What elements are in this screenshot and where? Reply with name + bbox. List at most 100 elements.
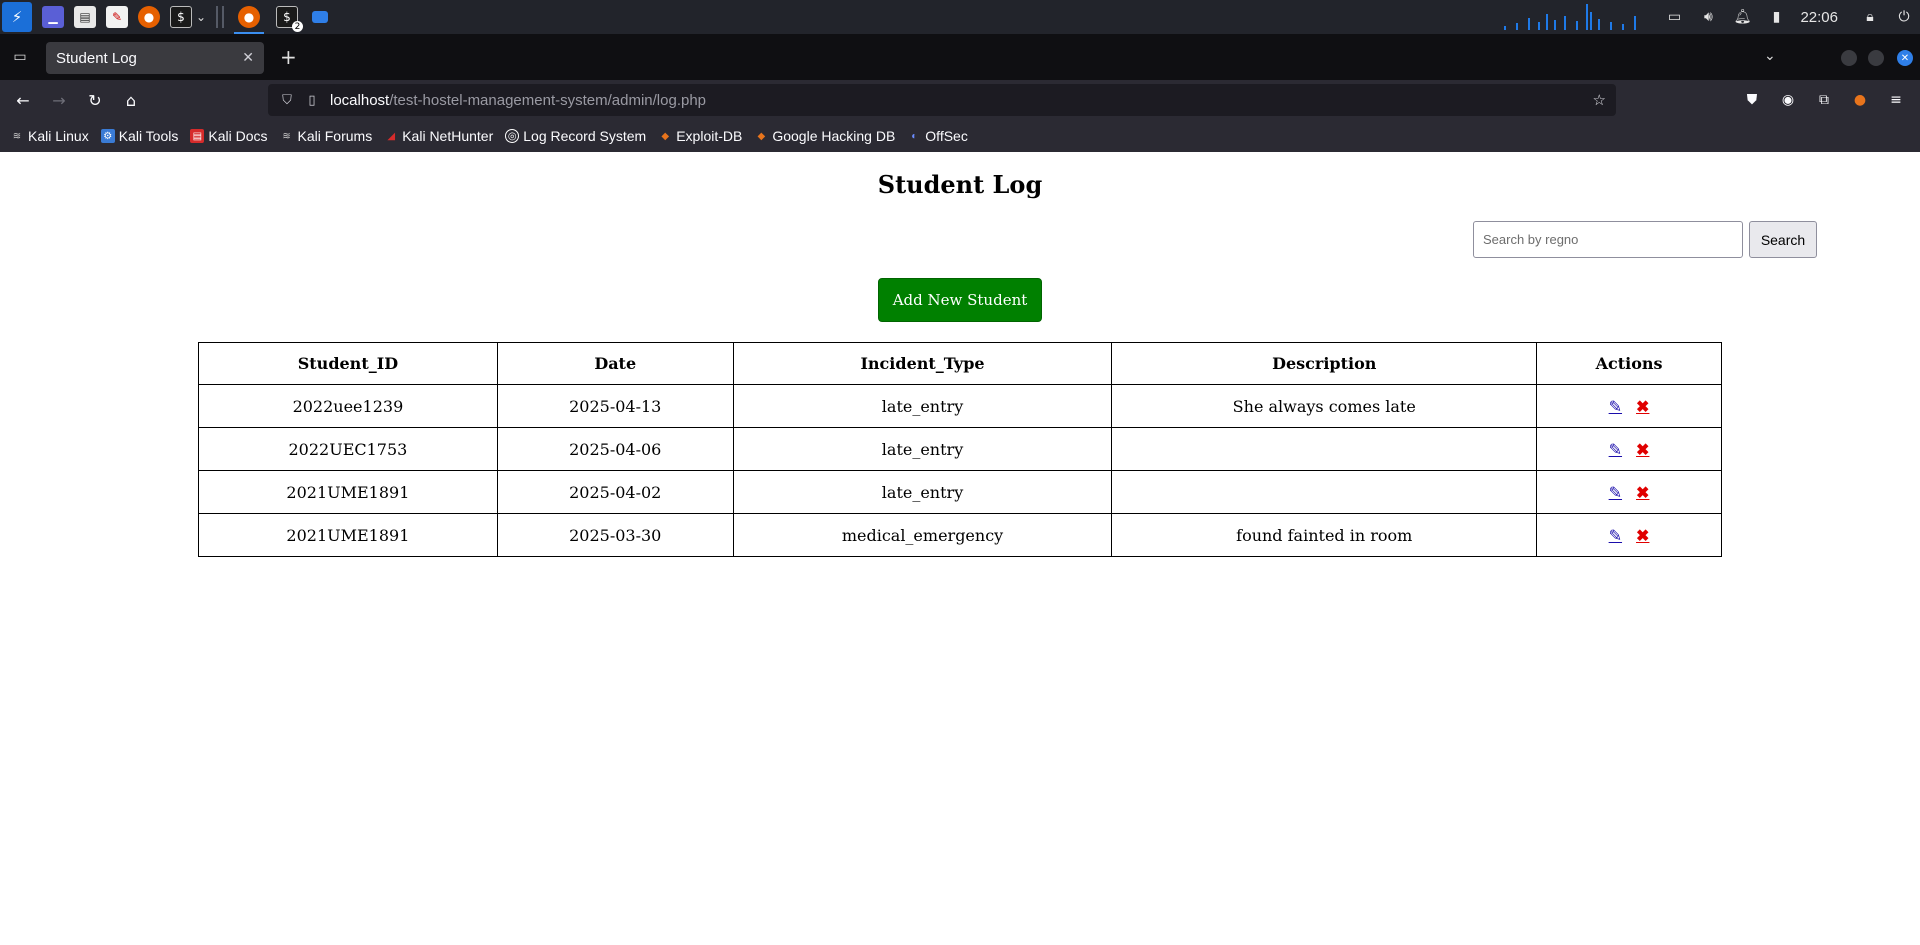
bookmark-offsec[interactable]: ◐ OffSec: [907, 128, 968, 144]
text-editor-icon[interactable]: ✎: [106, 6, 128, 28]
url-bar[interactable]: ⛉ ▯ localhost/test-hostel-management-sys…: [268, 84, 1616, 116]
bookmark-kali-forums[interactable]: ≋ Kali Forums: [280, 128, 373, 144]
bookmark-star-icon[interactable]: ☆: [1593, 91, 1606, 109]
cell-actions: ✎ ✖: [1536, 513, 1722, 557]
firefox-window-icon[interactable]: ●: [234, 6, 264, 34]
bookmark-kali-tools[interactable]: ⚙ Kali Tools: [100, 128, 179, 144]
terminal-launcher-icon[interactable]: $: [170, 6, 192, 28]
table-row: 2022uee1239 2025-04-13 late_entry She al…: [198, 384, 1722, 428]
bookmark-label: Kali Forums: [297, 128, 373, 144]
kali-menu-icon[interactable]: ⚡: [2, 2, 32, 32]
bookmarks-toolbar: ≋ Kali Linux ⚙ Kali Tools ▤ Kali Docs ≋ Kali…: [0, 120, 1920, 152]
account-icon[interactable]: ◉: [1778, 90, 1798, 110]
cell-description: [1111, 427, 1538, 471]
cell-incident-type: late_entry: [732, 384, 1113, 428]
power-icon[interactable]: ⏻: [1894, 7, 1914, 27]
firefox-view-icon[interactable]: ▭: [10, 47, 30, 67]
search-button[interactable]: Search: [1749, 221, 1817, 258]
add-new-student-button[interactable]: Add New Student: [878, 278, 1042, 322]
notification-bell-icon[interactable]: 🔔︎: [1732, 7, 1752, 27]
cell-student-id: 2022UEC1753: [198, 427, 498, 471]
system-taskbar: ⚡ ▁ ▤ ✎ ● $ ⌄ ● $2 ▭ 🔊︎ 🔔︎ ▮ 22:06 🔒︎ ⏻: [0, 0, 1920, 34]
cell-student-id: 2022uee1239: [198, 384, 498, 428]
bookmark-google-hacking-db[interactable]: ◆ Google Hacking DB: [754, 128, 895, 144]
terminal-window-icon[interactable]: $2: [276, 6, 303, 32]
bookmark-label: Google Hacking DB: [772, 128, 896, 144]
reload-icon[interactable]: ↻: [85, 90, 105, 110]
new-tab-plus-icon[interactable]: +: [280, 46, 297, 68]
cell-date: 2025-03-30: [496, 513, 734, 557]
kali-tools-icon: ⚙: [100, 129, 115, 143]
table-header-row: Student_ID Date Incident_Type Descriptio…: [198, 342, 1722, 385]
edit-pencil-icon[interactable]: ✎: [1609, 397, 1622, 416]
tab-title: Student Log: [56, 49, 137, 67]
cpu-graph: [1494, 4, 1644, 30]
list-tabs-chevron-icon[interactable]: ⌄: [1764, 48, 1776, 64]
folder-window-icon[interactable]: [312, 11, 328, 23]
desktop-icon[interactable]: ▁: [42, 6, 64, 28]
edit-pencil-icon[interactable]: ✎: [1609, 526, 1622, 545]
minimize-window-button[interactable]: [1841, 50, 1857, 66]
tracking-shield-icon[interactable]: ⛉: [278, 93, 296, 108]
extensions-icon[interactable]: ⧉: [1814, 90, 1834, 110]
close-window-button[interactable]: ✕: [1897, 50, 1913, 66]
search-form: Search: [1473, 221, 1817, 258]
delete-cross-icon[interactable]: ✖: [1636, 440, 1649, 459]
terminal-count-badge: 2: [292, 21, 303, 32]
search-input[interactable]: [1473, 221, 1743, 258]
delete-cross-icon[interactable]: ✖: [1636, 526, 1649, 545]
bookmark-label: Exploit-DB: [676, 128, 743, 144]
tab-close-icon[interactable]: ✕: [242, 50, 254, 66]
cell-date: 2025-04-13: [496, 384, 734, 428]
volume-icon[interactable]: 🔊︎: [1698, 7, 1718, 27]
edit-pencil-icon[interactable]: ✎: [1609, 440, 1622, 459]
file-manager-icon[interactable]: ▤: [74, 6, 96, 28]
back-arrow-icon[interactable]: ←: [13, 90, 33, 110]
bookmark-kali-nethunter[interactable]: ◢ Kali NetHunter: [384, 128, 493, 144]
delete-cross-icon[interactable]: ✖: [1636, 483, 1649, 502]
firefox-launcher-icon[interactable]: ●: [138, 6, 160, 28]
page-info-icon[interactable]: ▯: [304, 93, 320, 108]
kali-forums-icon: ≋: [282, 130, 291, 142]
browser-nav-bar: ← → ↻ ⌂ ⛉ ▯ localhost/test-hostel-manage…: [0, 80, 1920, 120]
pocket-icon[interactable]: ⛊: [1742, 90, 1762, 110]
cell-actions: ✎ ✖: [1536, 470, 1722, 514]
bookmark-label: Kali Linux: [28, 128, 89, 144]
header-date: Date: [496, 342, 734, 385]
taskbar-divider: [222, 6, 224, 28]
url-text[interactable]: localhost/test-hostel-management-system/…: [330, 92, 706, 109]
taskbar-divider: [216, 6, 218, 28]
url-path: /test-hostel-management-system/admin/log…: [389, 91, 707, 109]
header-incident-type: Incident_Type: [732, 342, 1113, 385]
battery-icon[interactable]: ▮: [1766, 7, 1786, 27]
exploit-db-icon: ◆: [661, 130, 670, 142]
kali-docs-icon: ▤: [190, 129, 205, 143]
bookmark-log-record-system[interactable]: ◎ Log Record System: [505, 128, 646, 144]
bookmark-label: OffSec: [925, 128, 968, 144]
display-icon[interactable]: ▭: [1664, 7, 1684, 27]
header-student-id: Student_ID: [198, 342, 498, 385]
forward-arrow-icon[interactable]: →: [49, 90, 69, 110]
offsec-icon: ◐: [911, 130, 918, 142]
bookmark-kali-docs[interactable]: ▤ Kali Docs: [190, 128, 268, 144]
clock[interactable]: 22:06: [1800, 9, 1838, 26]
page-title: Student Log: [877, 170, 1043, 199]
maximize-window-button[interactable]: [1868, 50, 1884, 66]
bookmark-exploit-db[interactable]: ◆ Exploit-DB: [658, 128, 742, 144]
home-icon[interactable]: ⌂: [121, 90, 141, 110]
ghdb-icon: ◆: [757, 130, 766, 142]
system-tray: ▭ 🔊︎ 🔔︎ ▮ 22:06 🔒︎ ⏻: [1494, 0, 1920, 34]
globe-icon: ◎: [505, 129, 520, 143]
extension-fox-icon[interactable]: ●: [1850, 90, 1870, 110]
lock-icon[interactable]: 🔒︎: [1860, 7, 1880, 27]
delete-cross-icon[interactable]: ✖: [1636, 397, 1649, 416]
launcher-chevron-icon[interactable]: ⌄: [196, 6, 206, 28]
cell-incident-type: late_entry: [732, 470, 1113, 514]
app-menu-icon[interactable]: ≡: [1886, 90, 1906, 110]
bookmark-kali-linux[interactable]: ≋ Kali Linux: [10, 128, 89, 144]
edit-pencil-icon[interactable]: ✎: [1609, 483, 1622, 502]
cell-actions: ✎ ✖: [1536, 427, 1722, 471]
cell-description: She always comes late: [1111, 384, 1538, 428]
bookmark-label: Kali Tools: [118, 128, 179, 144]
tab-student-log[interactable]: Student Log ✕: [46, 42, 264, 74]
